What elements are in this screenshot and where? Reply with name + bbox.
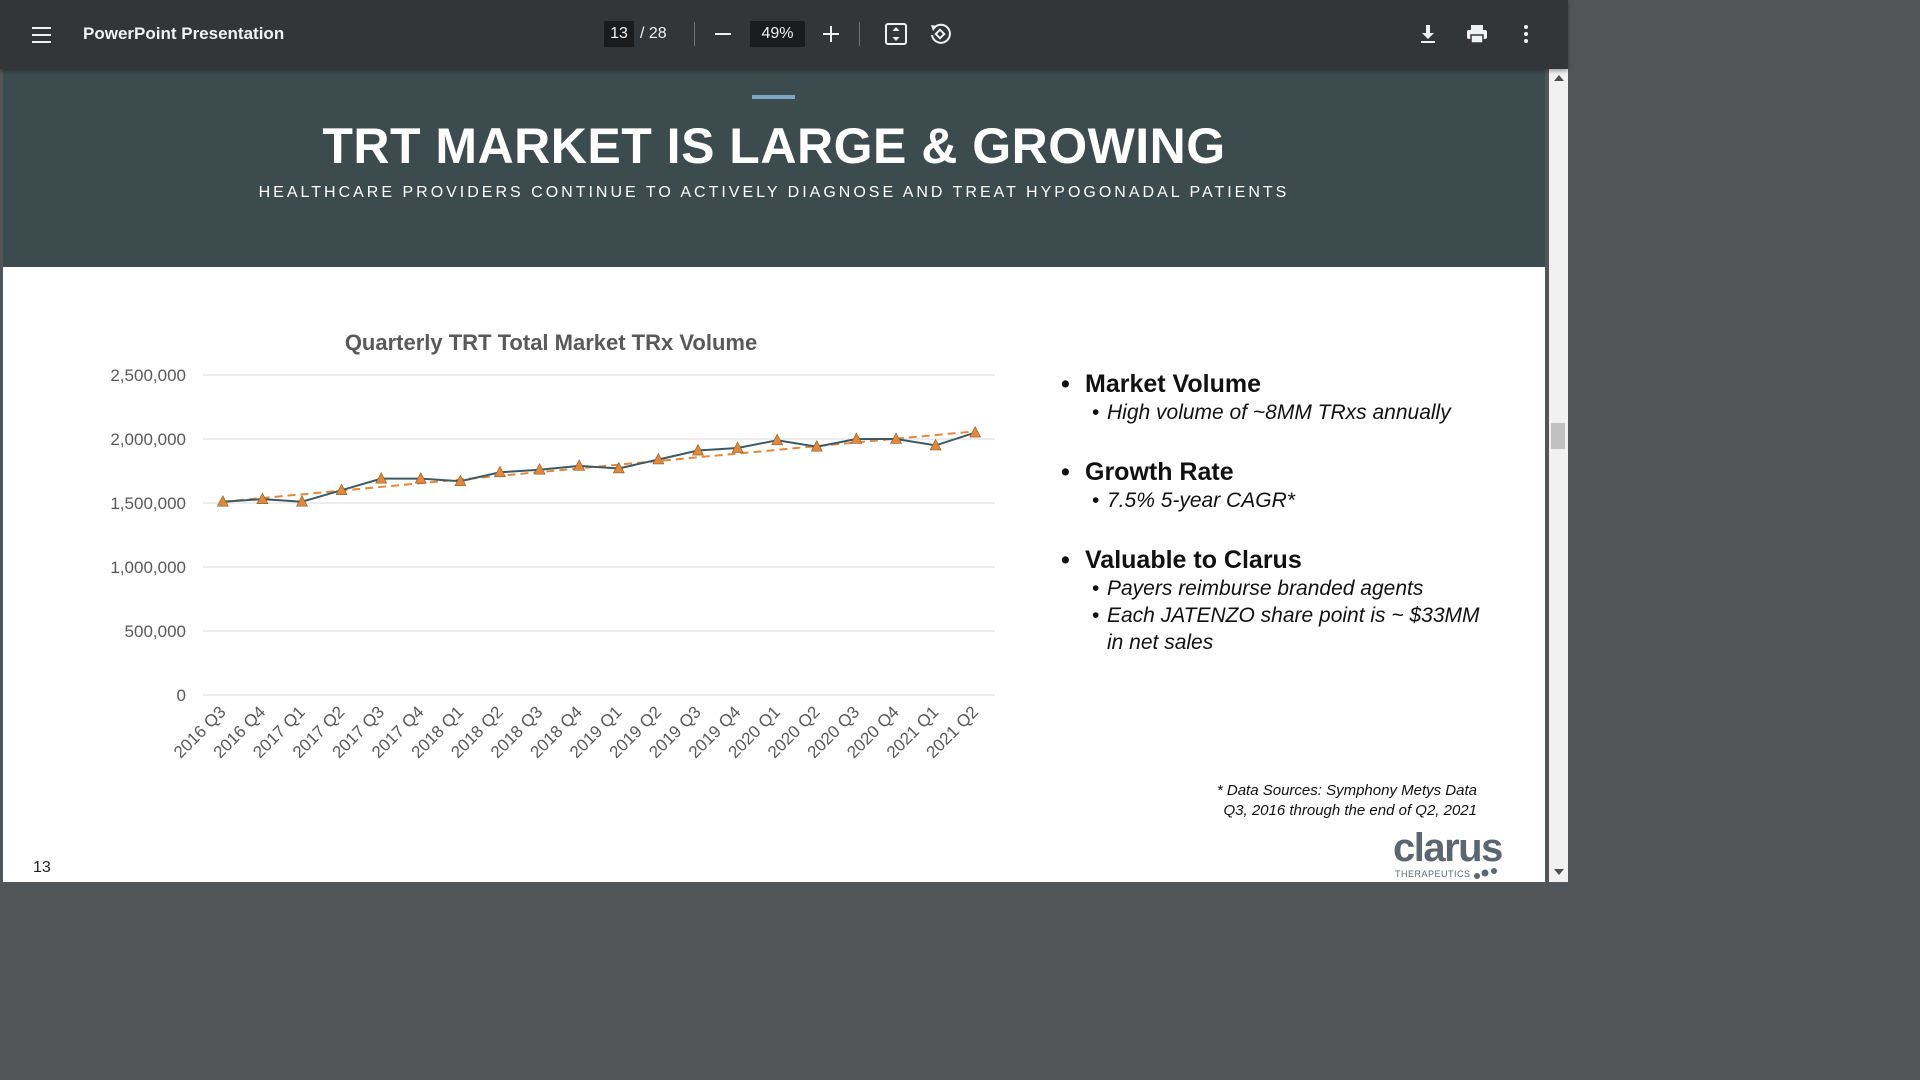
more-vert-icon[interactable] bbox=[1514, 22, 1538, 51]
series-line bbox=[222, 431, 976, 503]
bullet-spacer bbox=[1061, 514, 1481, 545]
y-tick-label: 2,500,000 bbox=[110, 366, 186, 385]
pdf-viewer: TRT MARKET IS LARGE & GROWING HEALTHCARE… bbox=[0, 69, 1549, 882]
print-icon[interactable] bbox=[1465, 22, 1489, 51]
document-title: PowerPoint Presentation bbox=[83, 24, 285, 43]
toolbar-divider bbox=[694, 22, 695, 46]
fit-page-icon[interactable] bbox=[884, 22, 908, 51]
zoom-level-input[interactable]: 49% bbox=[750, 21, 805, 47]
slide-subtitle: HEALTHCARE PROVIDERS CONTINUE TO ACTIVEL… bbox=[258, 184, 1290, 201]
bullet-subpoint: 7.5% 5-year CAGR* bbox=[1061, 487, 1481, 514]
slide-page: TRT MARKET IS LARGE & GROWING HEALTHCARE… bbox=[3, 69, 1545, 882]
slide-title: TRT MARKET IS LARGE & GROWING bbox=[322, 118, 1226, 174]
scroll-down-arrow-icon[interactable] bbox=[1554, 869, 1564, 875]
slide-page-number: 13 bbox=[33, 859, 51, 876]
y-tick-label: 500,000 bbox=[125, 622, 186, 641]
data-point-marker bbox=[771, 433, 784, 446]
rotate-icon[interactable] bbox=[928, 22, 952, 51]
data-source-footnote: * Data Sources: Symphony Metys Data Q3, … bbox=[1163, 781, 1477, 821]
key-points-list: Market VolumeHigh volume of ~8MM TRxs an… bbox=[1061, 369, 1481, 656]
y-tick-label: 0 bbox=[177, 686, 186, 705]
page-total: / 28 bbox=[640, 25, 667, 42]
data-point-marker bbox=[969, 425, 982, 438]
vertical-scrollbar[interactable] bbox=[1549, 69, 1568, 882]
footnote-line: * Data Sources: Symphony Metys Data bbox=[1216, 782, 1477, 799]
logo-tagline: THERAPEUTICS bbox=[1395, 869, 1471, 879]
bullet-subpoint: Payers reimburse branded agents bbox=[1061, 575, 1481, 602]
trx-volume-chart: Quarterly TRT Total Market TRx Volume 0 5… bbox=[110, 330, 995, 762]
y-tick-label: 2,000,000 bbox=[110, 430, 186, 449]
y-tick-label: 1,000,000 bbox=[110, 558, 186, 577]
scroll-up-arrow-icon[interactable] bbox=[1554, 75, 1564, 81]
scrollbar-thumb[interactable] bbox=[1551, 423, 1565, 449]
download-icon[interactable] bbox=[1416, 22, 1440, 51]
y-tick-label: 1,500,000 bbox=[110, 494, 186, 513]
page-number-input[interactable]: 13 bbox=[604, 21, 634, 47]
toolbar-divider bbox=[859, 22, 860, 46]
logo-dots-icon bbox=[1474, 868, 1497, 879]
bullet-heading: Valuable to Clarus bbox=[1061, 545, 1481, 575]
header-accent-bar bbox=[752, 95, 795, 99]
clarus-logo: clarus THERAPEUTICS bbox=[1393, 827, 1503, 882]
zoom-in-icon[interactable] bbox=[818, 19, 844, 49]
bullet-heading: Growth Rate bbox=[1061, 457, 1481, 487]
bullet-heading: Market Volume bbox=[1061, 369, 1481, 399]
bullet-subpoint: High volume of ~8MM TRxs annually bbox=[1061, 399, 1481, 426]
footnote-line: Q3, 2016 through the end of Q2, 2021 bbox=[1223, 802, 1477, 819]
logo-wordmark: clarus bbox=[1393, 826, 1503, 870]
zoom-out-icon[interactable] bbox=[710, 19, 736, 49]
pdf-toolbar: PowerPoint Presentation 13 / 28 49% bbox=[0, 0, 1568, 69]
slide-header-band: TRT MARKET IS LARGE & GROWING HEALTHCARE… bbox=[3, 69, 1545, 267]
menu-icon[interactable] bbox=[24, 19, 58, 51]
chart-title: Quarterly TRT Total Market TRx Volume bbox=[345, 330, 757, 355]
bullet-spacer bbox=[1061, 426, 1481, 457]
bullet-subpoint: Each JATENZO share point is ~ $33MM in n… bbox=[1061, 602, 1481, 656]
